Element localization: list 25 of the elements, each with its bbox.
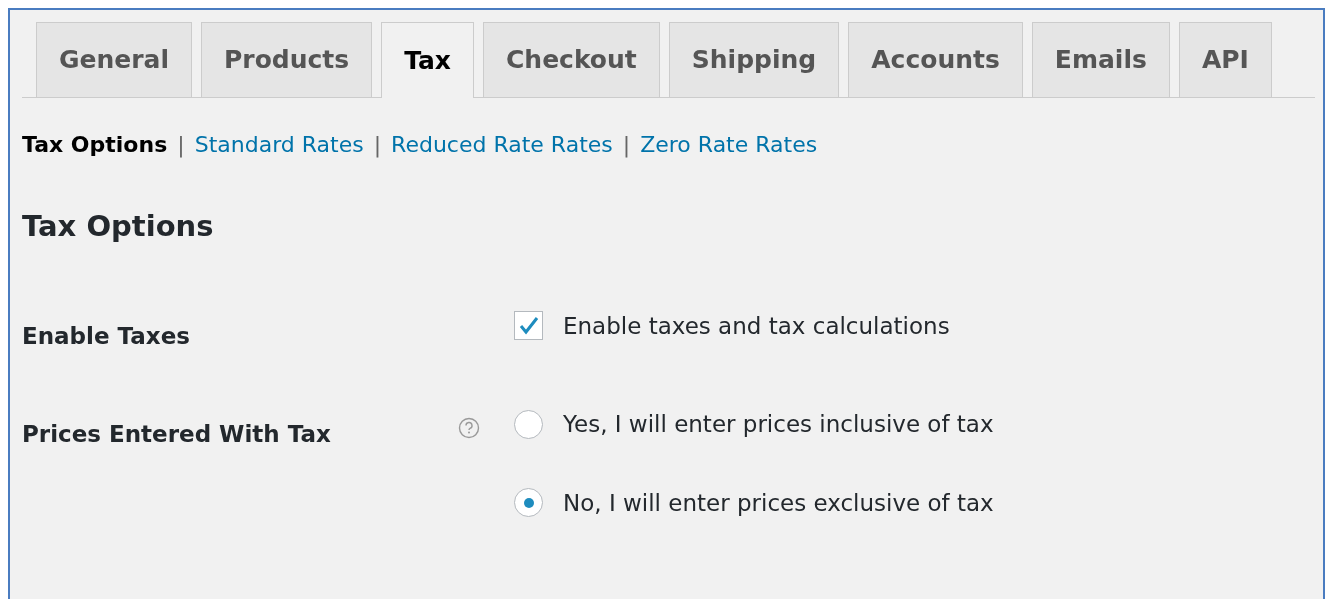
help-icon[interactable]	[458, 417, 480, 439]
section-heading: Tax Options	[22, 208, 215, 245]
option-label: Yes, I will enter prices inclusive of tax	[563, 410, 994, 439]
tab[interactable]: Products	[201, 22, 373, 97]
radio-button[interactable]	[514, 488, 543, 518]
separator: |	[177, 131, 185, 160]
setting-label: Enable Taxes	[22, 322, 190, 349]
subnav-link[interactable]: Reduced Rate Rates	[391, 128, 613, 161]
checkbox[interactable]	[514, 311, 543, 341]
tab[interactable]: Tax	[381, 22, 474, 98]
option-label: Enable taxes and tax calculations	[563, 311, 950, 341]
tab[interactable]: Checkout	[483, 22, 660, 97]
option-label: No, I will enter prices exclusive of tax	[563, 488, 994, 518]
setting-label: Prices Entered With Tax	[22, 421, 331, 447]
tab[interactable]: Shipping	[668, 22, 840, 97]
subnav-link[interactable]: Tax Options	[22, 128, 168, 161]
subnav-link[interactable]: Zero Rate Rates	[640, 128, 818, 161]
tab[interactable]: Accounts	[848, 22, 1023, 97]
radio-button[interactable]	[514, 409, 543, 439]
subnav-link[interactable]: Standard Rates	[194, 128, 364, 161]
tab[interactable]: Emails	[1031, 22, 1170, 97]
separator: |	[373, 131, 382, 160]
tab[interactable]: General	[36, 22, 192, 97]
tab[interactable]: API	[1178, 22, 1272, 97]
separator: |	[622, 131, 631, 160]
